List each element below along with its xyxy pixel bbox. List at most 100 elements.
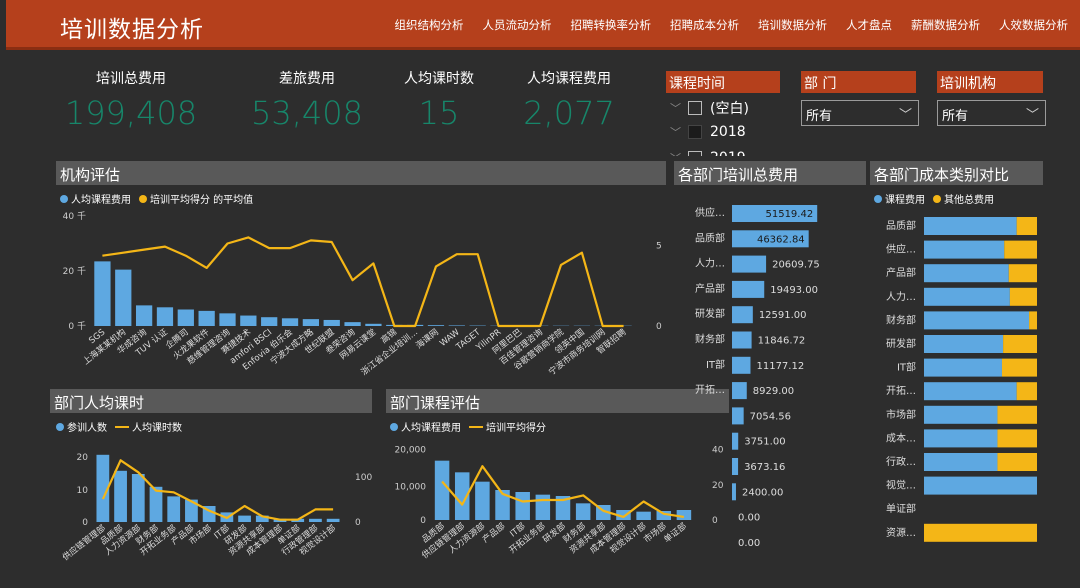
org-dropdown[interactable]: 所有 ﹀ — [937, 100, 1046, 126]
data-label: 11846.72 — [758, 336, 806, 347]
bar-other — [1001, 358, 1037, 377]
course-time-slicer-title: 课程时间 — [666, 71, 780, 93]
legend-dot — [60, 194, 68, 203]
legend-dot — [390, 422, 398, 431]
kpi-label: 人均课程费用 — [527, 71, 611, 87]
category-label: 研发部 — [886, 337, 916, 350]
kpi-total-cost: 培训总费用 199,408 — [56, 68, 206, 132]
legend-label: 培训平均得分 — [486, 423, 546, 434]
bar — [198, 310, 215, 326]
org-slicer-title: 培训机构 — [937, 71, 1043, 93]
y-tick-label: 0 千 — [68, 321, 86, 332]
bar-other — [997, 453, 1037, 471]
legend-label: 课程费用 — [885, 195, 925, 206]
data-label: 7054.56 — [750, 411, 791, 422]
bar-other — [1004, 240, 1037, 259]
bar — [732, 331, 752, 349]
bar — [515, 492, 530, 520]
y-tick-label: 0 — [82, 518, 88, 528]
category-label: 人力… — [886, 290, 916, 303]
chevron-down-icon[interactable]: ﹀ — [670, 124, 688, 140]
bar — [732, 280, 765, 298]
chevron-down-icon[interactable]: ﹀ — [670, 150, 688, 156]
panel-title-org-eval: 机构评估 — [56, 161, 666, 185]
bar — [732, 255, 767, 273]
kpi-avg-hours: 人均课时数 15 — [364, 68, 514, 132]
y2-tick-label: 0 — [712, 516, 718, 526]
year-label: (空白) — [710, 101, 749, 117]
chevron-down-icon[interactable]: ﹀ — [670, 100, 688, 116]
dept-cat-chart: 品质部供应… 产品部人力… 财务部研发部 IT部开拓… 市场部成本… 行政… 视觉… 单证部资… — [886, 217, 1037, 542]
legend-label: 人均课程费用 — [71, 195, 131, 206]
bar — [135, 305, 153, 326]
nav-turnover[interactable]: 人员流动分析 — [483, 17, 552, 33]
nav-efficiency[interactable]: 人效数据分析 — [999, 17, 1068, 33]
nav-recruit-cost[interactable]: 招聘成本分析 — [670, 17, 739, 33]
year-option-2018[interactable]: ﹀ 2018 — [670, 124, 746, 140]
category-label: 视觉… — [886, 479, 916, 492]
nav-org-structure[interactable]: 组织结构分析 — [395, 17, 464, 33]
panel-title-dept-cat: 各部门成本类别对比 — [870, 161, 1043, 185]
y-tick-label: 20 千 — [63, 266, 86, 277]
category-label: 供应… — [886, 243, 916, 256]
bar — [326, 518, 340, 522]
category-label: 供应… — [695, 206, 725, 219]
bar-other — [1003, 335, 1037, 353]
kpi-value: 53,408 — [251, 94, 363, 132]
bar-other — [1016, 217, 1037, 235]
bar — [448, 325, 465, 326]
y2-tick-label: 5 — [656, 242, 662, 252]
kpi-label: 培训总费用 — [96, 71, 166, 87]
bar — [475, 481, 490, 520]
nav-bar: 组织结构分析 人员流动分析 招聘转换率分析 招聘成本分析 培训数据分析 人才盘点… — [395, 17, 1069, 33]
bar — [114, 470, 127, 522]
bar — [434, 460, 450, 520]
nav-training[interactable]: 培训数据分析 — [758, 17, 827, 33]
bar — [177, 309, 194, 326]
nav-salary[interactable]: 薪酬数据分析 — [911, 17, 980, 33]
kpi-value: 15 — [418, 94, 460, 132]
category-label: 财务部 — [695, 333, 725, 346]
dropdown-value: 所有 — [942, 109, 969, 124]
data-label: 11177.12 — [756, 361, 804, 372]
dept-dropdown[interactable]: 所有 ﹀ — [801, 100, 919, 126]
bar — [309, 518, 322, 522]
data-label: 0.00 — [738, 513, 760, 524]
chevron-down-icon[interactable]: ﹀ — [899, 104, 912, 123]
legend-org: 人均课程费用 培训平均得分 的平均值 — [60, 191, 261, 206]
year-option-blank[interactable]: ﹀ (空白) — [670, 98, 749, 118]
legend-dept-cat: 课程费用 其他总费用 — [874, 191, 1002, 206]
legend-hours: 参训人数 人均课时数 — [56, 419, 190, 434]
category-label: 研发部 — [695, 307, 725, 320]
legend-label: 参训人数 — [67, 423, 107, 434]
bar-course — [924, 287, 1010, 306]
kpi-label: 人均课时数 — [404, 71, 474, 87]
checkbox[interactable] — [688, 125, 702, 139]
year-clip: ﹀ 2019 — [666, 146, 776, 156]
year-option-2019[interactable]: ﹀ 2019 — [670, 150, 746, 156]
data-label: 2400.00 — [742, 487, 783, 498]
category-label: 财务部 — [886, 313, 916, 326]
category-label: IT部 — [897, 361, 916, 374]
legend-label: 其他总费用 — [944, 195, 994, 206]
bar — [115, 269, 132, 326]
legend-line — [115, 425, 129, 428]
bar-course — [924, 429, 998, 448]
chevron-down-icon[interactable]: ﹀ — [1026, 104, 1039, 123]
year-label: 2018 — [710, 124, 746, 140]
legend-dot — [933, 194, 941, 203]
nav-talent[interactable]: 人才盘点 — [846, 17, 892, 33]
category-label: 品质部 — [886, 219, 916, 232]
bar — [732, 458, 739, 475]
checkbox[interactable] — [688, 101, 702, 115]
bar-course — [924, 358, 1002, 377]
data-label: 51519.42 — [765, 209, 813, 220]
year-label: 2019 — [710, 150, 746, 156]
dept-slicer-title: 部 门 — [801, 71, 916, 93]
category-label: 资源… — [886, 526, 916, 539]
nav-recruit-conversion[interactable]: 招聘转换率分析 — [571, 17, 652, 33]
category-label: 产品部 — [695, 282, 725, 295]
data-label: 46362.84 — [757, 234, 805, 245]
checkbox[interactable] — [688, 151, 702, 156]
category-label: IT部 — [706, 358, 725, 371]
